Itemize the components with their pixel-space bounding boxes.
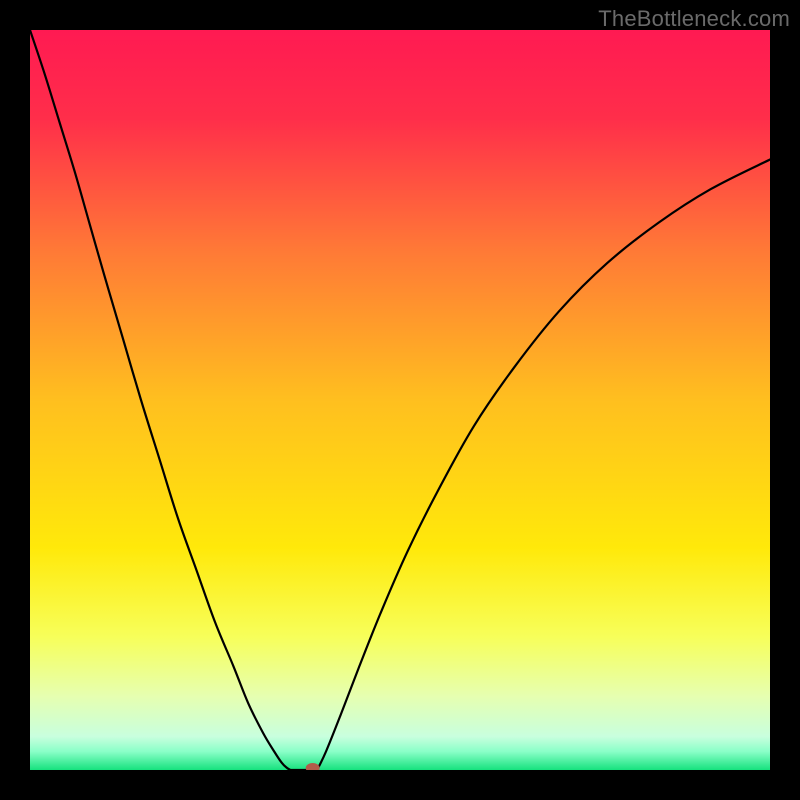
watermark-text: TheBottleneck.com	[598, 6, 790, 32]
bottleneck-chart	[30, 30, 770, 770]
plot-area	[30, 30, 770, 770]
chart-frame: TheBottleneck.com	[0, 0, 800, 800]
